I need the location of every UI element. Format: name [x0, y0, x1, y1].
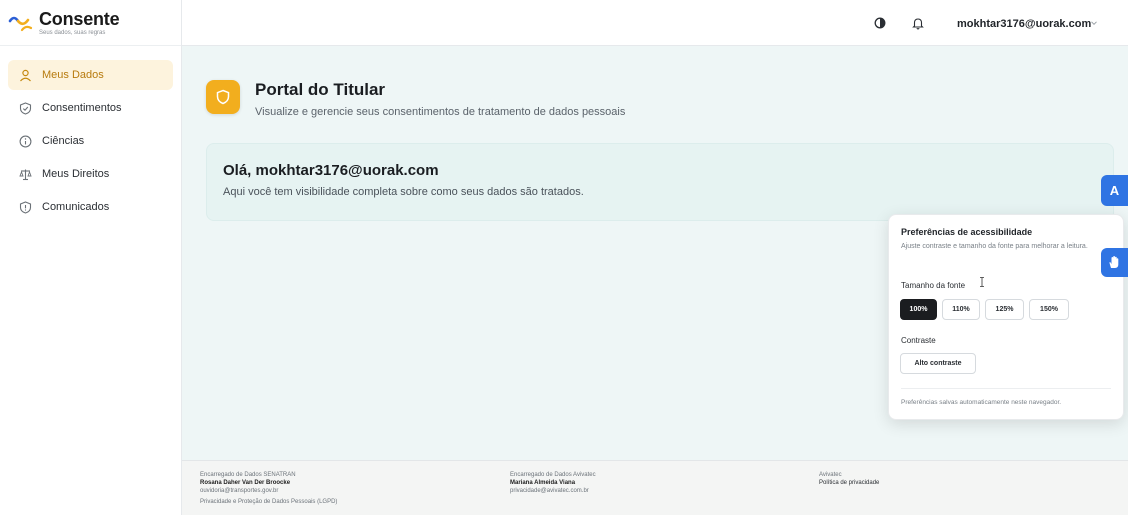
sidebar-item-label: Ciências	[42, 135, 85, 147]
text-cursor-icon	[980, 277, 984, 287]
sidebar-item-meus-direitos[interactable]: Meus Direitos	[8, 159, 173, 189]
sidebar-item-label: Meus Dados	[42, 69, 104, 81]
brand-name: Consente	[39, 8, 120, 29]
footer-senatran: Encarregado de Dados SENATRAN Rosana Dah…	[200, 471, 337, 506]
footer-avivatec: Avivatec Política de privacidade	[819, 471, 879, 487]
contrast-label: Contraste	[901, 336, 936, 345]
scale-icon	[18, 167, 32, 181]
footer-heading: Avivatec	[819, 472, 842, 478]
sidebar-nav: Meus Dados Consentimentos Ciências Meus …	[0, 46, 181, 222]
panel-title: Preferências de acessibilidade	[901, 227, 1033, 237]
page-title: Portal do Titular	[255, 80, 386, 99]
accessibility-panel: Preferências de acessibilidade Ajuste co…	[888, 214, 1124, 420]
font-size-125-button[interactable]: 125%	[985, 299, 1024, 320]
page-header: Portal do Titular Visualize e gerencie s…	[206, 80, 625, 118]
font-size-label: Tamanho da fonte	[901, 281, 966, 290]
info-icon	[18, 134, 32, 148]
footer-avivatec-dpo: Encarregado de Dados Avivatec Mariana Al…	[510, 471, 596, 495]
footer-email[interactable]: ouvidoria@transportes.gov.br	[200, 487, 337, 495]
sidebar-item-label: Consentimentos	[42, 102, 122, 114]
shield-icon	[206, 80, 240, 114]
privacy-policy-link[interactable]: Política de privacidade	[819, 479, 879, 487]
user-menu-email[interactable]: mokhtar3176@uorak.com	[957, 18, 1091, 30]
page-subtitle: Visualize e gerencie seus consentimentos…	[255, 106, 626, 118]
sidebar-item-label: Comunicados	[42, 201, 110, 213]
footer: Encarregado de Dados SENATRAN Rosana Dah…	[182, 460, 1128, 515]
font-size-110-button[interactable]: 110%	[942, 299, 980, 320]
user-icon	[18, 68, 32, 82]
high-contrast-button[interactable]: Alto contraste	[900, 353, 976, 374]
sidebar-item-meus-dados[interactable]: Meus Dados	[8, 60, 173, 90]
chevron-down-icon[interactable]	[1089, 18, 1099, 28]
footer-email[interactable]: privacidade@avivatec.com.br	[510, 487, 596, 495]
sidebar: Consente Seus dados, suas regras Meus Da…	[0, 0, 182, 515]
footer-lgpd-link[interactable]: Privacidade e Proteção de Dados Pessoais…	[200, 498, 337, 506]
panel-description: Ajuste contraste e tamanho da fonte para…	[901, 243, 1088, 250]
sidebar-item-label: Meus Direitos	[42, 168, 110, 180]
hand-icon	[1109, 256, 1119, 268]
welcome-title: Olá, mokhtar3176@uorak.com	[223, 162, 439, 179]
brand-logo[interactable]: Consente Seus dados, suas regras	[0, 0, 181, 46]
sign-language-button[interactable]	[1101, 248, 1128, 277]
font-size-options: 100% 110% 125% 150%	[900, 299, 1074, 320]
sidebar-item-ciencias[interactable]: Ciências	[8, 126, 173, 156]
footer-name: Rosana Daher Van Der Broocke	[200, 480, 291, 486]
footer-heading: Encarregado de Dados SENATRAN	[200, 472, 296, 478]
alert-shield-icon	[18, 200, 32, 214]
font-size-150-button[interactable]: 150%	[1029, 299, 1069, 320]
welcome-text: Aqui você tem visibilidade completa sobr…	[223, 186, 584, 198]
sidebar-item-consentimentos[interactable]: Consentimentos	[8, 93, 173, 123]
accessibility-toggle-label: A	[1109, 183, 1120, 198]
footer-heading: Encarregado de Dados Avivatec	[510, 472, 596, 478]
panel-divider	[901, 388, 1111, 389]
shield-check-icon	[18, 101, 32, 115]
consente-logo-icon	[8, 16, 33, 31]
accessibility-toggle-button[interactable]: A	[1101, 175, 1128, 206]
panel-note: Preferências salvas automaticamente nest…	[901, 399, 1062, 406]
contrast-icon[interactable]	[873, 16, 887, 30]
brand-tagline: Seus dados, suas regras	[39, 29, 106, 36]
footer-name: Mariana Almeida Viana	[510, 480, 576, 486]
sidebar-item-comunicados[interactable]: Comunicados	[8, 192, 173, 222]
font-size-100-button[interactable]: 100%	[900, 299, 937, 320]
welcome-card: Olá, mokhtar3176@uorak.com Aqui você tem…	[206, 143, 1114, 221]
bell-icon[interactable]	[911, 16, 925, 30]
top-bar: mokhtar3176@uorak.com	[182, 0, 1128, 46]
